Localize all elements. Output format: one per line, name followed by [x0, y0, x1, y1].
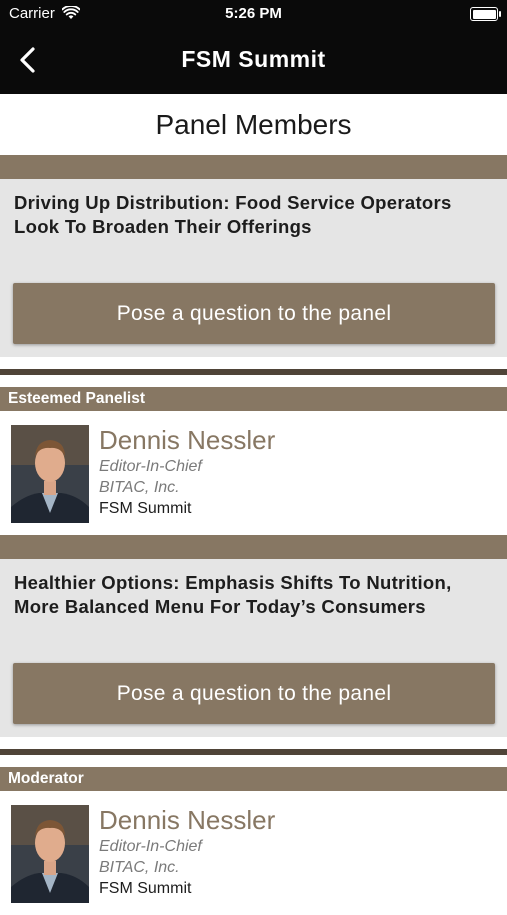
avatar [11, 425, 89, 523]
status-bar: Carrier 5:26 PM [0, 0, 507, 28]
section-divider [0, 749, 507, 755]
role-header: Moderator [0, 767, 507, 791]
page-title: Panel Members [155, 109, 352, 140]
section-divider [0, 369, 507, 375]
panelist-role: Editor-In-Chief [99, 458, 202, 475]
pose-question-button[interactable]: Pose a question to the panel [13, 663, 495, 724]
avatar [11, 805, 89, 903]
panelist-company: BITAC, Inc. [99, 479, 180, 496]
section-divider [0, 155, 507, 179]
panelist-name: Dennis Nessler [99, 805, 276, 835]
session-card: Healthier Options: Emphasis Shifts To Nu… [0, 559, 507, 737]
panelist-company: BITAC, Inc. [99, 859, 180, 876]
role-header: Esteemed Panelist [0, 387, 507, 411]
session-title: Driving Up Distribution: Food Service Op… [14, 192, 452, 237]
clock-time: 5:26 PM [225, 5, 282, 22]
session-title: Healthier Options: Emphasis Shifts To Nu… [14, 572, 452, 617]
battery-icon [470, 7, 501, 21]
panelist-name: Dennis Nessler [99, 425, 276, 455]
session-card: Driving Up Distribution: Food Service Op… [0, 179, 507, 357]
panelist-event: FSM Summit [99, 500, 192, 517]
nav-title: FSM Summit [181, 46, 326, 72]
panelist-event: FSM Summit [99, 880, 192, 897]
pose-question-button[interactable]: Pose a question to the panel [13, 283, 495, 344]
section-divider [0, 535, 507, 559]
navigation-bar: FSM Summit [0, 28, 507, 94]
panelist-card[interactable]: Dennis Nessler Editor-In-Chief BITAC, In… [0, 791, 507, 915]
panelist-card[interactable]: Dennis Nessler Editor-In-Chief BITAC, In… [0, 411, 507, 535]
panelist-role: Editor-In-Chief [99, 838, 202, 855]
